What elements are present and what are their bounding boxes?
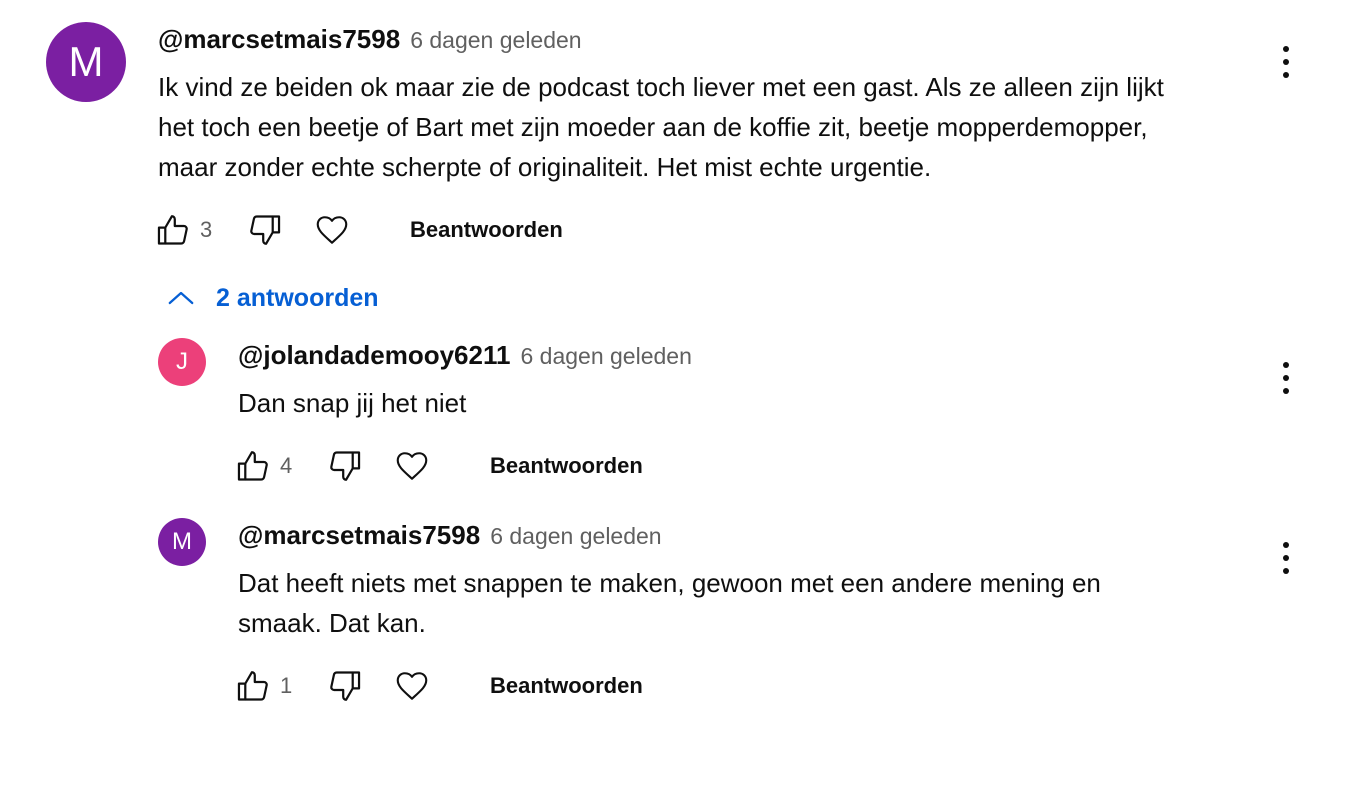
thumbs-down-icon — [250, 215, 281, 245]
thumbs-down-icon — [330, 671, 361, 701]
like-button[interactable] — [234, 664, 274, 708]
comment-author[interactable]: @marcsetmais7598 — [158, 24, 400, 55]
thumbs-up-icon — [237, 671, 268, 701]
comment-actions: 3 Beantwoorden — [154, 208, 563, 252]
more-vert-icon[interactable] — [1274, 538, 1298, 578]
heart-icon — [316, 216, 348, 244]
avatar[interactable]: J — [158, 338, 206, 386]
reply-text: Dat heeft niets met snappen te maken, ge… — [238, 563, 1238, 643]
like-count: 4 — [280, 453, 293, 478]
replies-toggle-label[interactable]: 2 antwoorden — [216, 284, 379, 313]
reply-actions: 4 Beantwoorden — [234, 444, 643, 488]
dislike-button[interactable] — [322, 664, 366, 708]
reply-text-line: Dan snap jij het niet — [238, 388, 467, 418]
like-button[interactable] — [154, 208, 194, 252]
reply-header: @jolandademooy6211 6 dagen geleden — [238, 340, 692, 371]
replies-toggle-button[interactable]: 2 antwoorden — [166, 283, 379, 313]
reply-text: Dan snap jij het niet — [238, 383, 1238, 423]
reply-text-line: smaak. Dat kan. — [238, 608, 426, 638]
thumbs-up-icon — [157, 215, 188, 245]
avatar[interactable]: M — [158, 518, 206, 566]
comment-text-line: Ik vind ze beiden ok maar zie de podcast… — [158, 72, 1164, 102]
avatar[interactable]: M — [46, 22, 126, 102]
reply-header: @marcsetmais7598 6 dagen geleden — [238, 520, 662, 551]
reply-button[interactable]: Beantwoorden — [410, 217, 563, 243]
comment-header: @marcsetmais7598 6 dagen geleden — [158, 24, 582, 55]
heart-icon — [396, 452, 428, 480]
heart-icon — [396, 672, 428, 700]
reply-author[interactable]: @marcsetmais7598 — [238, 520, 480, 551]
reply-text-line: Dat heeft niets met snappen te maken, ge… — [238, 568, 1101, 598]
more-vert-icon[interactable] — [1274, 358, 1298, 398]
dislike-button[interactable] — [242, 208, 286, 252]
like-count: 3 — [200, 217, 213, 242]
reply-timestamp[interactable]: 6 dagen geleden — [490, 523, 661, 550]
reply-author[interactable]: @jolandademooy6211 — [238, 340, 510, 371]
comment-timestamp[interactable]: 6 dagen geleden — [410, 27, 581, 54]
heart-button[interactable] — [310, 208, 354, 252]
comment-text: Ik vind ze beiden ok maar zie de podcast… — [158, 67, 1258, 187]
comment-text-line: het toch een beetje of Bart met zijn moe… — [158, 112, 1148, 142]
thumbs-up-icon — [237, 451, 268, 481]
chevron-up-icon — [168, 291, 194, 305]
comment-text-line: maar zonder echte scherpte of originalit… — [158, 152, 932, 182]
heart-button[interactable] — [390, 664, 434, 708]
heart-button[interactable] — [390, 444, 434, 488]
reply-actions: 1 Beantwoorden — [234, 664, 643, 708]
reply-button[interactable]: Beantwoorden — [490, 453, 643, 479]
like-count: 1 — [280, 673, 293, 698]
more-vert-icon[interactable] — [1274, 42, 1298, 82]
dislike-button[interactable] — [322, 444, 366, 488]
like-button[interactable] — [234, 444, 274, 488]
reply-timestamp[interactable]: 6 dagen geleden — [520, 343, 691, 370]
reply-button[interactable]: Beantwoorden — [490, 673, 643, 699]
thumbs-down-icon — [330, 451, 361, 481]
